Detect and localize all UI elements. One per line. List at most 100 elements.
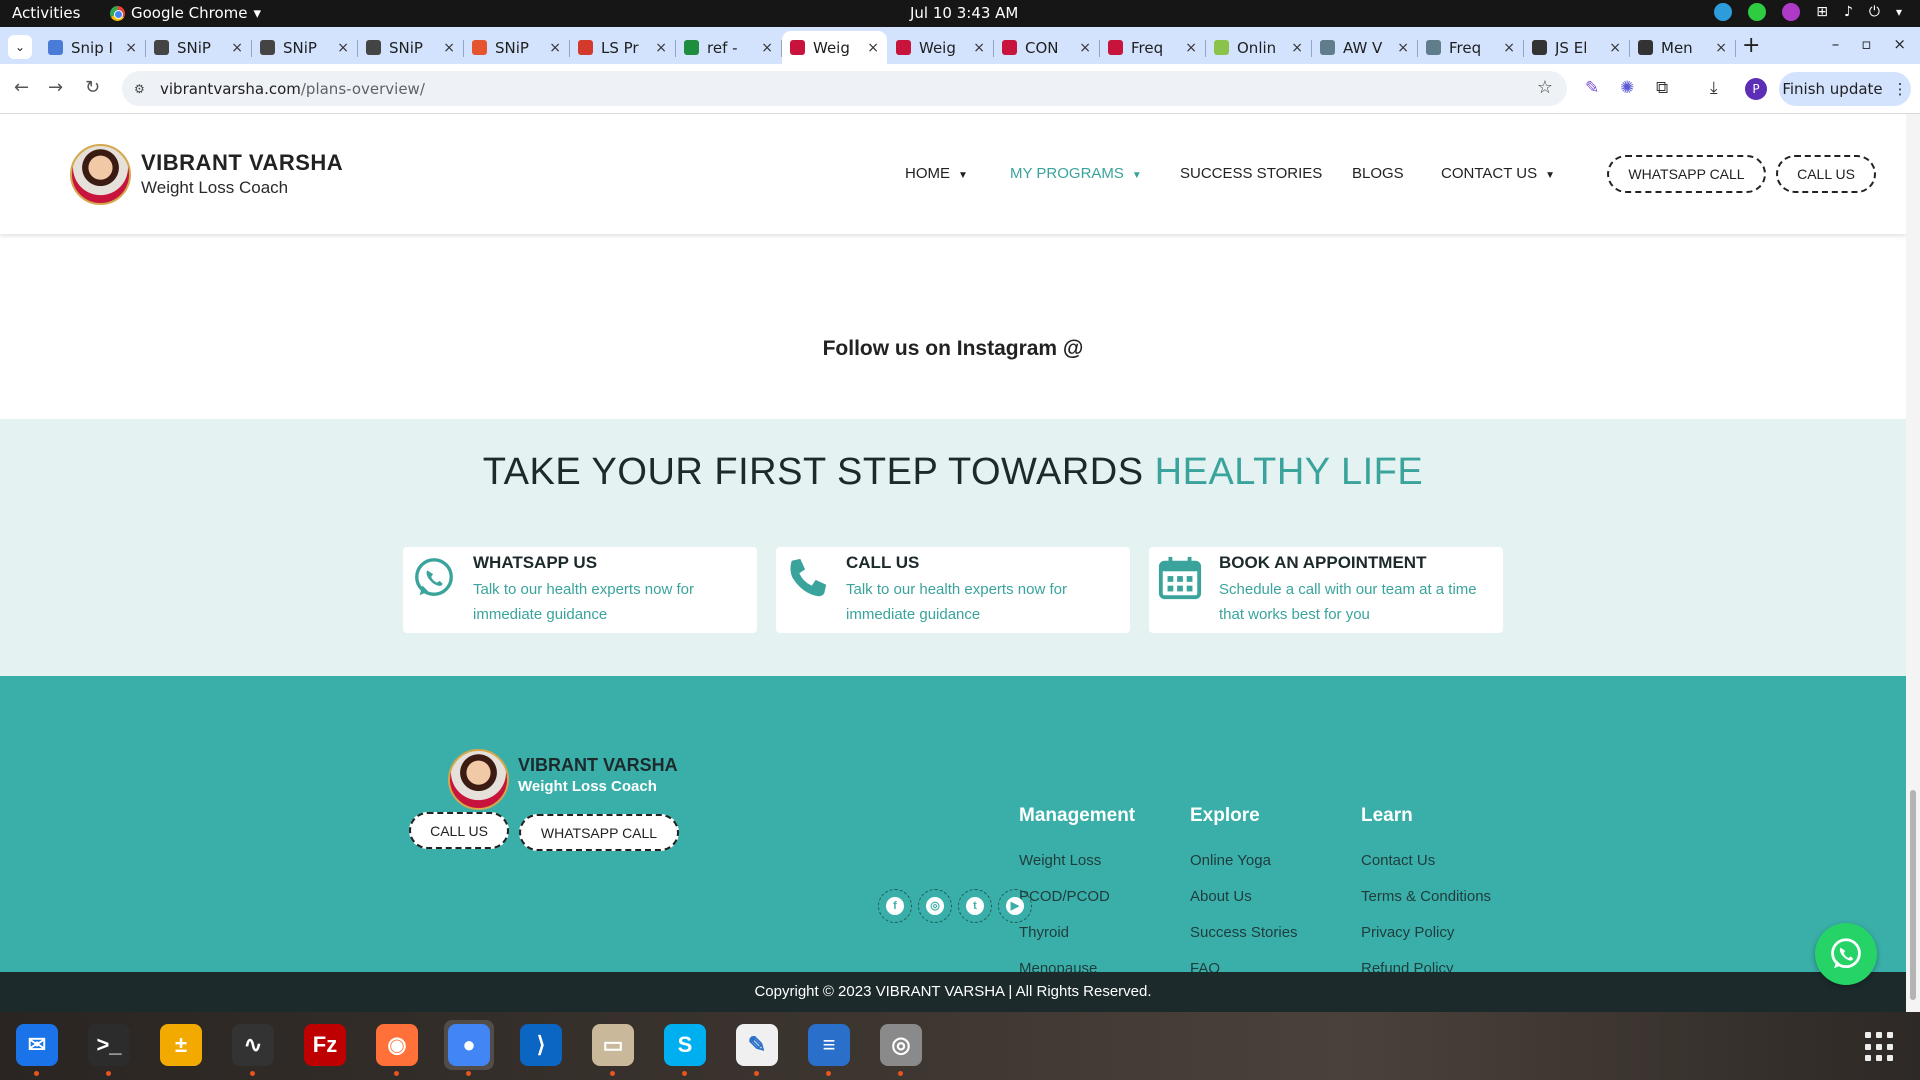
scrollbar-thumb[interactable] — [1910, 790, 1916, 1000]
filezilla-icon[interactable]: Fz — [300, 1020, 350, 1070]
browser-tab[interactable]: Freq × — [1418, 31, 1524, 64]
disk-icon[interactable]: ◎ — [876, 1020, 926, 1076]
nav-success-stories[interactable]: SUCCESS STORIES — [1180, 165, 1322, 182]
footer-link[interactable]: Weight Loss — [1019, 852, 1101, 869]
footer-logo-avatar[interactable] — [448, 749, 509, 810]
close-tab-icon[interactable]: × — [1503, 40, 1515, 56]
close-tab-icon[interactable]: × — [1715, 40, 1727, 56]
call-us-card[interactable]: CALL US Talk to our health experts now f… — [776, 547, 1130, 633]
footer-link[interactable]: Online Yoga — [1190, 852, 1271, 869]
book-appointment-card[interactable]: BOOK AN APPOINTMENT Schedule a call with… — [1149, 547, 1503, 633]
browser-tab[interactable]: LS Pr × — [570, 31, 676, 64]
volume-icon[interactable]: ♪ — [1844, 4, 1853, 20]
browser-tab[interactable]: AW V × — [1312, 31, 1418, 64]
bookmark-star-icon[interactable]: ☆ — [1537, 77, 1553, 98]
browser-tab[interactable]: Freq × — [1100, 31, 1206, 64]
close-tab-icon[interactable]: × — [443, 40, 455, 56]
logo-avatar[interactable] — [70, 144, 131, 205]
chevron-down-icon[interactable]: ▾ — [1896, 5, 1902, 19]
floating-whatsapp-button[interactable] — [1815, 923, 1877, 985]
shield-check-icon[interactable] — [1748, 3, 1767, 21]
browser-tab[interactable]: SNiP × — [358, 31, 464, 64]
nav-blogs[interactable]: BLOGS — [1352, 165, 1404, 182]
nav-my-programs[interactable]: MY PROGRAMS ▼ — [1010, 165, 1142, 182]
footer-link[interactable]: Terms & Conditions — [1361, 888, 1491, 905]
close-tab-icon[interactable]: × — [1079, 40, 1091, 56]
browser-tab[interactable]: Snip I × — [40, 31, 146, 64]
close-tab-icon[interactable]: × — [1609, 40, 1621, 56]
finish-update-button[interactable]: Finish update ⋮ — [1779, 72, 1911, 106]
browser-tab[interactable]: Weig × — [782, 31, 887, 64]
nav-home[interactable]: HOME ▼ — [905, 165, 968, 182]
close-tab-icon[interactable]: × — [655, 40, 667, 56]
close-tab-icon[interactable]: × — [1397, 40, 1409, 56]
site-tagline[interactable]: Weight Loss Coach — [141, 178, 288, 198]
instagram-icon[interactable]: ◎ — [918, 889, 952, 923]
activities-button[interactable]: Activities — [12, 4, 80, 22]
footer-link[interactable]: Privacy Policy — [1361, 924, 1454, 941]
close-tab-icon[interactable]: × — [761, 40, 773, 56]
files-icon[interactable]: ▭ — [588, 1020, 638, 1076]
writer-icon[interactable]: ≡ — [804, 1020, 854, 1076]
extensions-puzzle-icon[interactable]: ⧉ — [1656, 78, 1668, 98]
close-tab-icon[interactable]: × — [125, 40, 137, 56]
app-indicator-icon[interactable] — [1782, 3, 1801, 21]
browser-tab[interactable]: ref - × — [676, 31, 782, 64]
browser-tab[interactable]: JS El × — [1524, 31, 1630, 64]
browser-tab[interactable]: Onlin × — [1206, 31, 1312, 64]
system-monitor-icon[interactable]: ∿ — [228, 1020, 278, 1076]
footer-brand[interactable]: VIBRANT VARSHA — [518, 755, 678, 776]
power-icon[interactable]: ⏻ — [1869, 4, 1880, 20]
youtube-icon[interactable]: ▶ — [998, 889, 1032, 923]
download-icon[interactable]: ⤓ — [1710, 78, 1718, 98]
app-menu[interactable]: Google Chrome ▾ — [110, 4, 261, 22]
browser-tab[interactable]: CON × — [994, 31, 1100, 64]
footer-link[interactable]: PCOD/PCOD — [1019, 888, 1110, 905]
footer-link[interactable]: Success Stories — [1190, 924, 1298, 941]
browser-tab[interactable]: SNiP × — [252, 31, 358, 64]
clock[interactable]: Jul 10 3:43 AM — [910, 4, 1018, 22]
maximize-button[interactable]: ▫ — [1861, 35, 1871, 53]
footer-link[interactable]: Thyroid — [1019, 924, 1069, 941]
footer-link[interactable]: About Us — [1190, 888, 1252, 905]
reload-button[interactable]: ↻ — [85, 77, 100, 98]
site-info-icon[interactable]: ⚙ — [134, 82, 150, 96]
header-call-us-button[interactable]: CALL US — [1776, 155, 1876, 193]
twitter-icon[interactable]: t — [958, 889, 992, 923]
whatsapp-us-card[interactable]: WHATSAPP US Talk to our health experts n… — [403, 547, 757, 633]
close-tab-icon[interactable]: × — [973, 40, 985, 56]
system-tray[interactable]: ⊞ ♪ ⏻ ▾ — [1714, 3, 1902, 21]
address-bar[interactable]: ⚙ vibrantvarsha.com/plans-overview/ ☆ — [122, 71, 1567, 106]
show-applications-icon[interactable] — [1865, 1032, 1895, 1062]
chrome-icon[interactable]: ● — [444, 1020, 494, 1076]
nav-contact-us[interactable]: CONTACT US ▼ — [1441, 165, 1555, 182]
network-icon[interactable]: ⊞ — [1816, 4, 1828, 20]
browser-tab[interactable]: Weig × — [888, 31, 994, 64]
extension-gear-icon[interactable]: ✺ — [1620, 78, 1634, 98]
close-tab-icon[interactable]: × — [867, 40, 879, 56]
site-brand[interactable]: VIBRANT VARSHA — [141, 150, 343, 176]
url-text[interactable]: vibrantvarsha.com/plans-overview/ — [160, 80, 425, 98]
text-editor-icon[interactable]: ✎ — [732, 1020, 782, 1076]
firefox-icon[interactable]: ◉ — [372, 1020, 422, 1076]
thunderbird-icon[interactable]: ✉ — [12, 1020, 62, 1076]
page-scrollbar[interactable] — [1906, 114, 1920, 1012]
close-tab-icon[interactable]: × — [1291, 40, 1303, 56]
pen-extension-icon[interactable]: ✎ — [1585, 78, 1599, 98]
vscode-icon[interactable]: ⟩ — [516, 1020, 566, 1070]
close-window-button[interactable]: × — [1893, 35, 1906, 53]
browser-tab[interactable]: SNiP × — [464, 31, 570, 64]
back-button[interactable]: ← — [14, 77, 29, 98]
browser-tab[interactable]: Men × — [1630, 31, 1736, 64]
header-whatsapp-call-button[interactable]: WHATSAPP CALL — [1607, 155, 1766, 193]
footer-link[interactable]: Contact Us — [1361, 852, 1435, 869]
calculator-icon[interactable]: ± — [156, 1020, 206, 1070]
profile-avatar[interactable]: P — [1745, 78, 1767, 100]
terminal-icon[interactable]: >_ — [84, 1020, 134, 1076]
close-tab-icon[interactable]: × — [549, 40, 561, 56]
new-tab-button[interactable]: + — [1742, 33, 1760, 58]
close-tab-icon[interactable]: × — [231, 40, 243, 56]
footer-call-us-button[interactable]: CALL US — [409, 812, 509, 849]
skype-icon[interactable]: S — [660, 1020, 710, 1076]
close-tab-icon[interactable]: × — [337, 40, 349, 56]
